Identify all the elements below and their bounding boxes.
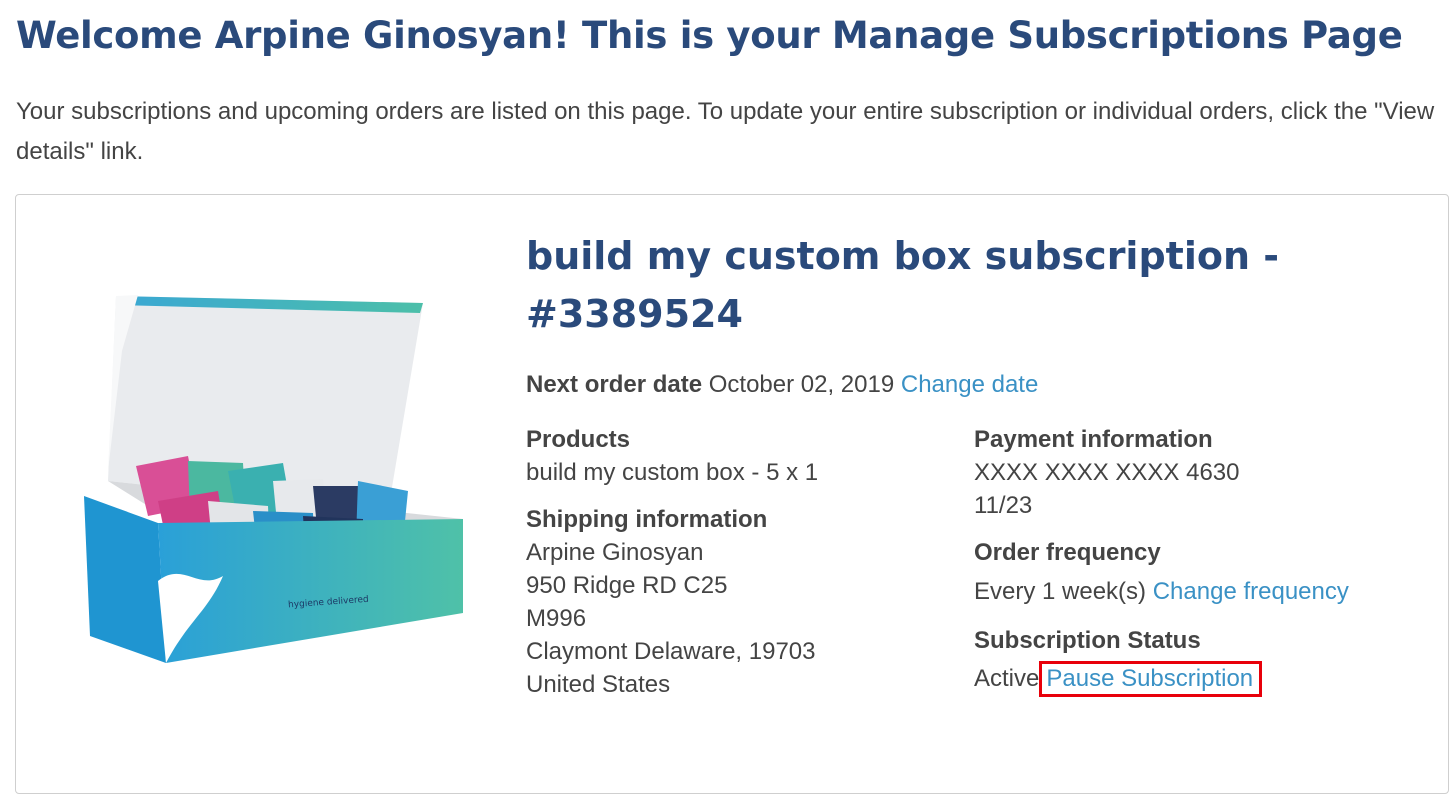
shipping-line: United States (526, 671, 671, 698)
shipping-line: M996 (526, 605, 587, 632)
intro-text: Your subscriptions and upcoming orders a… (16, 98, 1435, 165)
subscription-card: hygiene delivered build my custom box su… (15, 194, 1449, 794)
payment-status-column: Payment information XXXX XXXX XXXX 4630 … (974, 423, 1349, 697)
status-value: Active (974, 665, 1040, 692)
products-label: Products (526, 426, 631, 453)
shipping-label: Shipping information (526, 506, 768, 533)
pause-link-highlight: Pause Subscription (1039, 661, 1263, 697)
change-frequency-link[interactable]: Change frequency (1153, 578, 1349, 605)
status-row: Active Pause Subscription (974, 661, 1349, 697)
page-title: Welcome Arpine Ginosyan! This is your Ma… (16, 14, 1403, 57)
payment-label: Payment information (974, 426, 1213, 453)
next-order-date: October 02, 2019 (708, 371, 895, 398)
shipping-line: Claymont Delaware, 19703 (526, 638, 816, 665)
products-shipping-column: Products build my custom box - 5 x 1 Shi… (526, 423, 818, 701)
next-order-label: Next order date (526, 371, 703, 398)
product-line: build my custom box - 5 x 1 (526, 459, 819, 486)
frequency-value: Every 1 week(s) (974, 578, 1147, 605)
next-order-row: Next order date October 02, 2019 Change … (526, 371, 1038, 399)
pause-subscription-link[interactable]: Pause Subscription (1046, 665, 1253, 692)
frequency-row: Every 1 week(s) Change frequency (974, 575, 1349, 608)
change-date-link[interactable]: Change date (901, 371, 1038, 398)
subscription-title: build my custom box subscription - #3389… (526, 234, 1280, 336)
status-label: Subscription Status (974, 627, 1201, 654)
shipping-line: 950 Ridge RD C25 (526, 572, 728, 599)
card-expiry: 11/23 (974, 492, 1033, 519)
frequency-label: Order frequency (974, 539, 1161, 566)
card-number: XXXX XXXX XXXX 4630 (974, 459, 1240, 486)
product-box-image: hygiene delivered (84, 295, 463, 663)
shipping-line: Arpine Ginosyan (526, 539, 704, 566)
